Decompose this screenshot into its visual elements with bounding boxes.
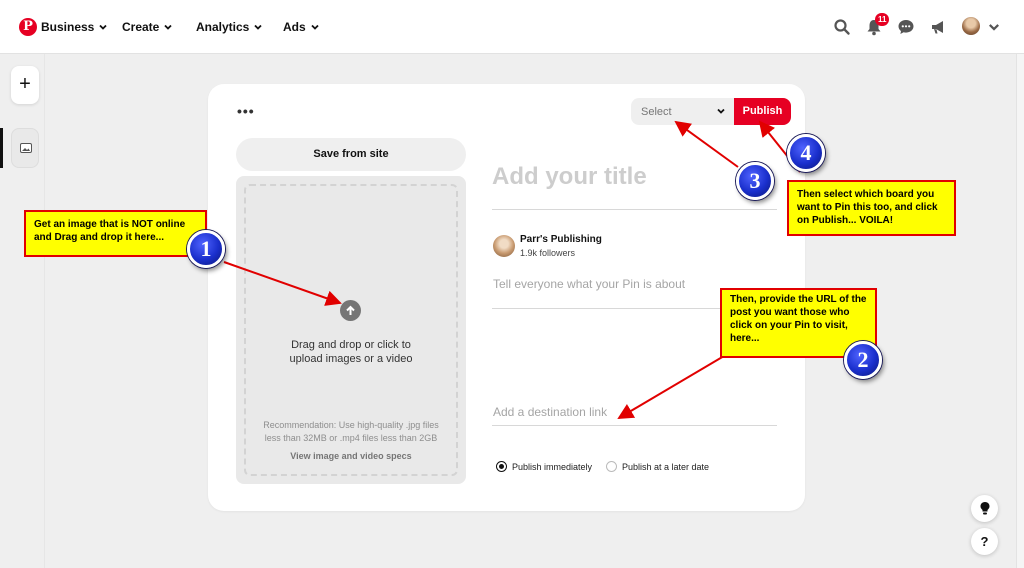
- profile-avatar[interactable]: [962, 17, 980, 35]
- dropzone-instructions-line2: upload images or a video: [289, 353, 413, 365]
- board-select-dropdown[interactable]: Select: [631, 98, 734, 125]
- annotation-note-select-board: Then select which board you want to Pin …: [787, 180, 956, 236]
- save-from-site-button[interactable]: Save from site: [236, 138, 466, 171]
- tips-button[interactable]: [971, 495, 998, 522]
- dropzone-instructions-line1: Drag and drop or click to: [291, 339, 411, 351]
- upload-recommendation-line1: Recommendation: Use high-quality .jpg fi…: [263, 420, 439, 430]
- pinterest-logo-icon[interactable]: P: [19, 18, 37, 36]
- nav-ads-menu[interactable]: Ads: [283, 20, 320, 34]
- rail-divider: [44, 54, 45, 568]
- pin-title-input[interactable]: Add your title: [492, 160, 777, 210]
- publish-immediately-radio[interactable]: [496, 461, 507, 472]
- author-name: Parr's Publishing: [520, 234, 602, 245]
- step-badge-2: 2: [844, 341, 882, 379]
- upload-arrow-icon[interactable]: [340, 300, 361, 321]
- destination-link-placeholder: Add a destination link: [493, 405, 608, 419]
- lightbulb-icon: [980, 502, 989, 515]
- add-pin-button[interactable]: +: [11, 66, 39, 104]
- publish-button[interactable]: Publish: [734, 98, 791, 125]
- destination-link-input[interactable]: Add a destination link: [492, 404, 777, 426]
- chevron-down-icon: [254, 24, 262, 30]
- nav-analytics-label: Analytics: [196, 20, 250, 34]
- author-avatar: [493, 235, 515, 257]
- board-select-placeholder: Select: [641, 106, 672, 118]
- search-icon[interactable]: [833, 18, 851, 36]
- view-specs-link[interactable]: View image and video specs: [236, 451, 466, 461]
- dropzone-instructions: Drag and drop or click to upload images …: [236, 338, 466, 366]
- nav-ads-label: Ads: [283, 20, 306, 34]
- publish-later-radio[interactable]: [606, 461, 617, 472]
- nav-analytics-menu[interactable]: Analytics: [196, 20, 263, 34]
- step-badge-1: 1: [187, 230, 225, 268]
- publish-later-label[interactable]: Publish at a later date: [622, 462, 709, 472]
- publish-immediately-label[interactable]: Publish immediately: [512, 462, 592, 472]
- pin-description-placeholder: Tell everyone what your Pin is about: [493, 277, 686, 291]
- author-followers: 1.9k followers: [520, 248, 576, 258]
- top-navigation-bar: P Business Create Analytics Ads 11: [0, 0, 1024, 54]
- nav-business-label: Business: [41, 20, 95, 34]
- upload-recommendation-line2: less than 32MB or .mp4 files less than 2…: [264, 433, 438, 443]
- chevron-down-icon: [99, 24, 107, 30]
- nav-create-menu[interactable]: Create: [122, 20, 173, 34]
- selected-draft-indicator: [0, 128, 3, 168]
- annotation-note-drag-drop: Get an image that is NOT online and Drag…: [24, 210, 207, 257]
- megaphone-icon[interactable]: [929, 18, 947, 36]
- help-button[interactable]: ?: [971, 528, 998, 555]
- notification-count-badge: 11: [875, 13, 890, 26]
- upload-recommendation: Recommendation: Use high-quality .jpg fi…: [246, 419, 456, 445]
- account-chevron-down-icon[interactable]: [987, 20, 1001, 34]
- messages-icon[interactable]: [897, 18, 915, 36]
- nav-create-label: Create: [122, 20, 160, 34]
- pin-title-placeholder: Add your title: [492, 163, 647, 190]
- step-badge-4: 4: [787, 134, 825, 172]
- more-options-icon[interactable]: •••: [237, 103, 255, 119]
- step-badge-3: 3: [736, 162, 774, 200]
- image-icon: [20, 143, 32, 153]
- chevron-down-icon: [717, 108, 725, 114]
- chevron-down-icon: [164, 24, 172, 30]
- nav-business-menu[interactable]: Business: [41, 20, 108, 34]
- draft-thumbnail[interactable]: [11, 128, 39, 168]
- chevron-down-icon: [311, 24, 319, 30]
- page-scrollbar[interactable]: [1016, 54, 1024, 568]
